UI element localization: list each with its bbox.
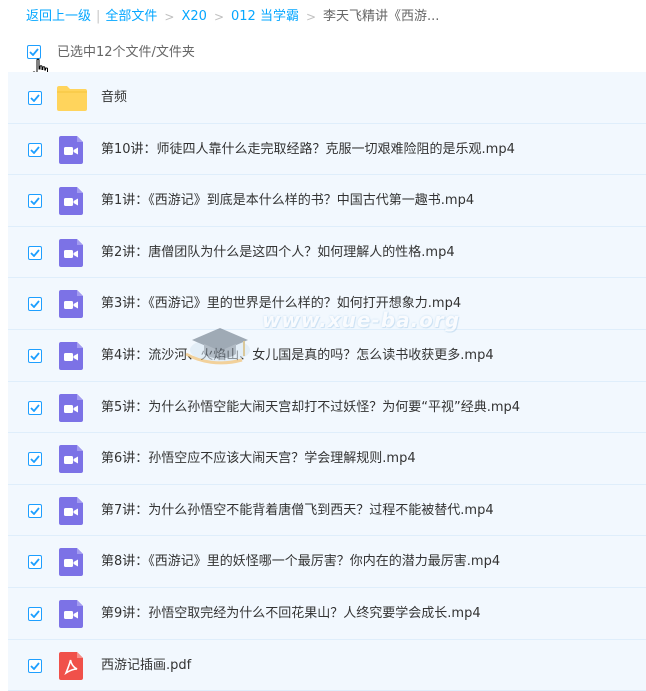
file-row[interactable]: 第4讲：流沙河、火焰山、女儿国是真的吗？怎么读书收获更多.mp4 <box>8 329 646 382</box>
video-file-icon <box>56 393 88 422</box>
video-file-icon <box>56 290 88 319</box>
file-name[interactable]: 第2讲：唐僧团队为什么是这四个人？如何理解人的性格.mp4 <box>101 244 455 262</box>
checkmark-icon <box>30 300 40 309</box>
file-name[interactable]: 第7讲：为什么孙悟空不能背着唐僧飞到西天？过程不能被替代.mp4 <box>101 502 494 520</box>
file-row[interactable]: 第8讲：《西游记》里的妖怪哪一个最厉害？你内在的潜力最厉害.mp4 <box>8 536 646 588</box>
file-row[interactable]: 第5讲：为什么孙悟空能大闹天宫却打不过妖怪？为何要“平视”经典.mp4 <box>8 381 646 434</box>
row-checkbox[interactable] <box>28 91 42 105</box>
checkmark-icon <box>30 403 40 412</box>
row-checkbox[interactable] <box>28 245 42 260</box>
select-all-checkbox[interactable] <box>27 45 41 59</box>
file-name[interactable]: 西游记插画.pdf <box>101 657 191 675</box>
checkmark-icon <box>30 352 40 360</box>
video-file-icon <box>56 496 88 525</box>
video-file-icon <box>56 135 88 164</box>
breadcrumb-divider: | <box>96 9 101 24</box>
row-checkbox[interactable] <box>28 194 42 209</box>
row-checkbox[interactable] <box>28 400 42 415</box>
all-files-link[interactable]: 全部文件 <box>105 8 157 26</box>
row-checkbox[interactable] <box>28 142 42 157</box>
file-name[interactable]: 第8讲：《西游记》里的妖怪哪一个最厉害？你内在的潜力最厉害.mp4 <box>101 553 500 571</box>
row-checkbox[interactable] <box>28 555 42 570</box>
row-checkbox[interactable] <box>28 503 42 518</box>
file-row[interactable]: 第10讲：师徒四人靠什么走完取经路？克服一切艰难险阻的是乐观.mp4 <box>8 123 646 176</box>
chevron-right-icon: > <box>164 10 175 24</box>
file-name[interactable]: 第4讲：流沙河、火焰山、女儿国是真的吗？怎么读书收获更多.mp4 <box>101 347 494 365</box>
video-file-icon <box>56 238 88 267</box>
checkmark-icon <box>29 48 39 56</box>
file-row[interactable]: 西游记插画.pdf <box>8 639 646 691</box>
checkmark-icon <box>30 610 40 618</box>
checkmark-icon <box>30 197 40 206</box>
row-checkbox[interactable] <box>28 658 42 673</box>
back-link[interactable]: 返回上一级 <box>26 8 91 26</box>
checkmark-icon <box>30 507 40 515</box>
file-row[interactable]: 第1讲：《西游记》到底是本什么样的书？中国古代第一趣书.mp4 <box>8 175 646 227</box>
checkmark-icon <box>30 94 40 102</box>
checkmark-icon <box>30 249 40 257</box>
file-row[interactable]: 音频 <box>8 72 646 124</box>
file-name[interactable]: 第3讲：《西游记》里的世界是什么样的？如何打开想象力.mp4 <box>101 295 461 313</box>
checkmark-icon <box>30 455 40 464</box>
file-row[interactable]: 第6讲：孙悟空应不应该大闹天宫？学会理解规则.mp4 <box>8 433 646 485</box>
chevron-right-icon: > <box>213 10 224 24</box>
file-name[interactable]: 第10讲：师徒四人靠什么走完取经路？克服一切艰难险阻的是乐观.mp4 <box>101 141 515 159</box>
row-checkbox[interactable] <box>28 452 42 467</box>
row-checkbox[interactable] <box>28 348 42 363</box>
folder-icon <box>56 84 88 112</box>
file-name[interactable]: 第5讲：为什么孙悟空能大闹天宫却打不过妖怪？为何要“平视”经典.mp4 <box>101 399 520 417</box>
video-file-icon <box>56 341 88 370</box>
file-name[interactable]: 音频 <box>101 89 127 107</box>
checkmark-icon <box>30 558 40 567</box>
video-file-icon <box>56 599 88 628</box>
file-row[interactable]: 第7讲：为什么孙悟空不能背着唐僧飞到西天？过程不能被替代.mp4 <box>8 484 646 537</box>
breadcrumb: 返回上一级 | 全部文件 > X20 >012 当学霸 > 李天飞精讲《西游... <box>26 8 439 26</box>
row-checkbox[interactable] <box>28 606 42 621</box>
checkmark-icon <box>30 661 40 670</box>
file-row[interactable]: 第2讲：唐僧团队为什么是这四个人？如何理解人的性格.mp4 <box>8 226 646 279</box>
checkmark-icon <box>30 146 40 154</box>
file-row[interactable]: 第9讲：孙悟空取完经为什么不回花果山？人终究要学会成长.mp4 <box>8 587 646 640</box>
file-name[interactable]: 第6讲：孙悟空应不应该大闹天宫？学会理解规则.mp4 <box>101 450 416 468</box>
selection-count-text: 已选中12个文件/文件夹 <box>57 45 195 60</box>
file-name[interactable]: 第9讲：孙悟空取完经为什么不回花果山？人终究要学会成长.mp4 <box>101 605 481 623</box>
chevron-right-icon: > <box>305 10 317 24</box>
file-row[interactable]: 第3讲：《西游记》里的世界是什么样的？如何打开想象力.mp4 <box>8 278 646 330</box>
breadcrumb-item-folder[interactable]: 012 当学霸 <box>231 8 299 26</box>
video-file-icon <box>56 548 88 577</box>
file-list: 音频第10讲：师徒四人靠什么走完取经路？克服一切艰难险阻的是乐观.mp4 第1讲：… <box>8 72 646 691</box>
video-file-icon <box>56 187 88 216</box>
breadcrumb-current: 李天飞精讲《西游... <box>323 9 440 24</box>
file-name[interactable]: 第1讲：《西游记》到底是本什么样的书？中国古代第一趣书.mp4 <box>101 192 474 210</box>
breadcrumb-item-x20[interactable]: X20 <box>181 8 206 26</box>
video-file-icon <box>56 445 88 474</box>
row-checkbox[interactable] <box>28 297 42 312</box>
pdf-file-icon <box>56 651 88 680</box>
